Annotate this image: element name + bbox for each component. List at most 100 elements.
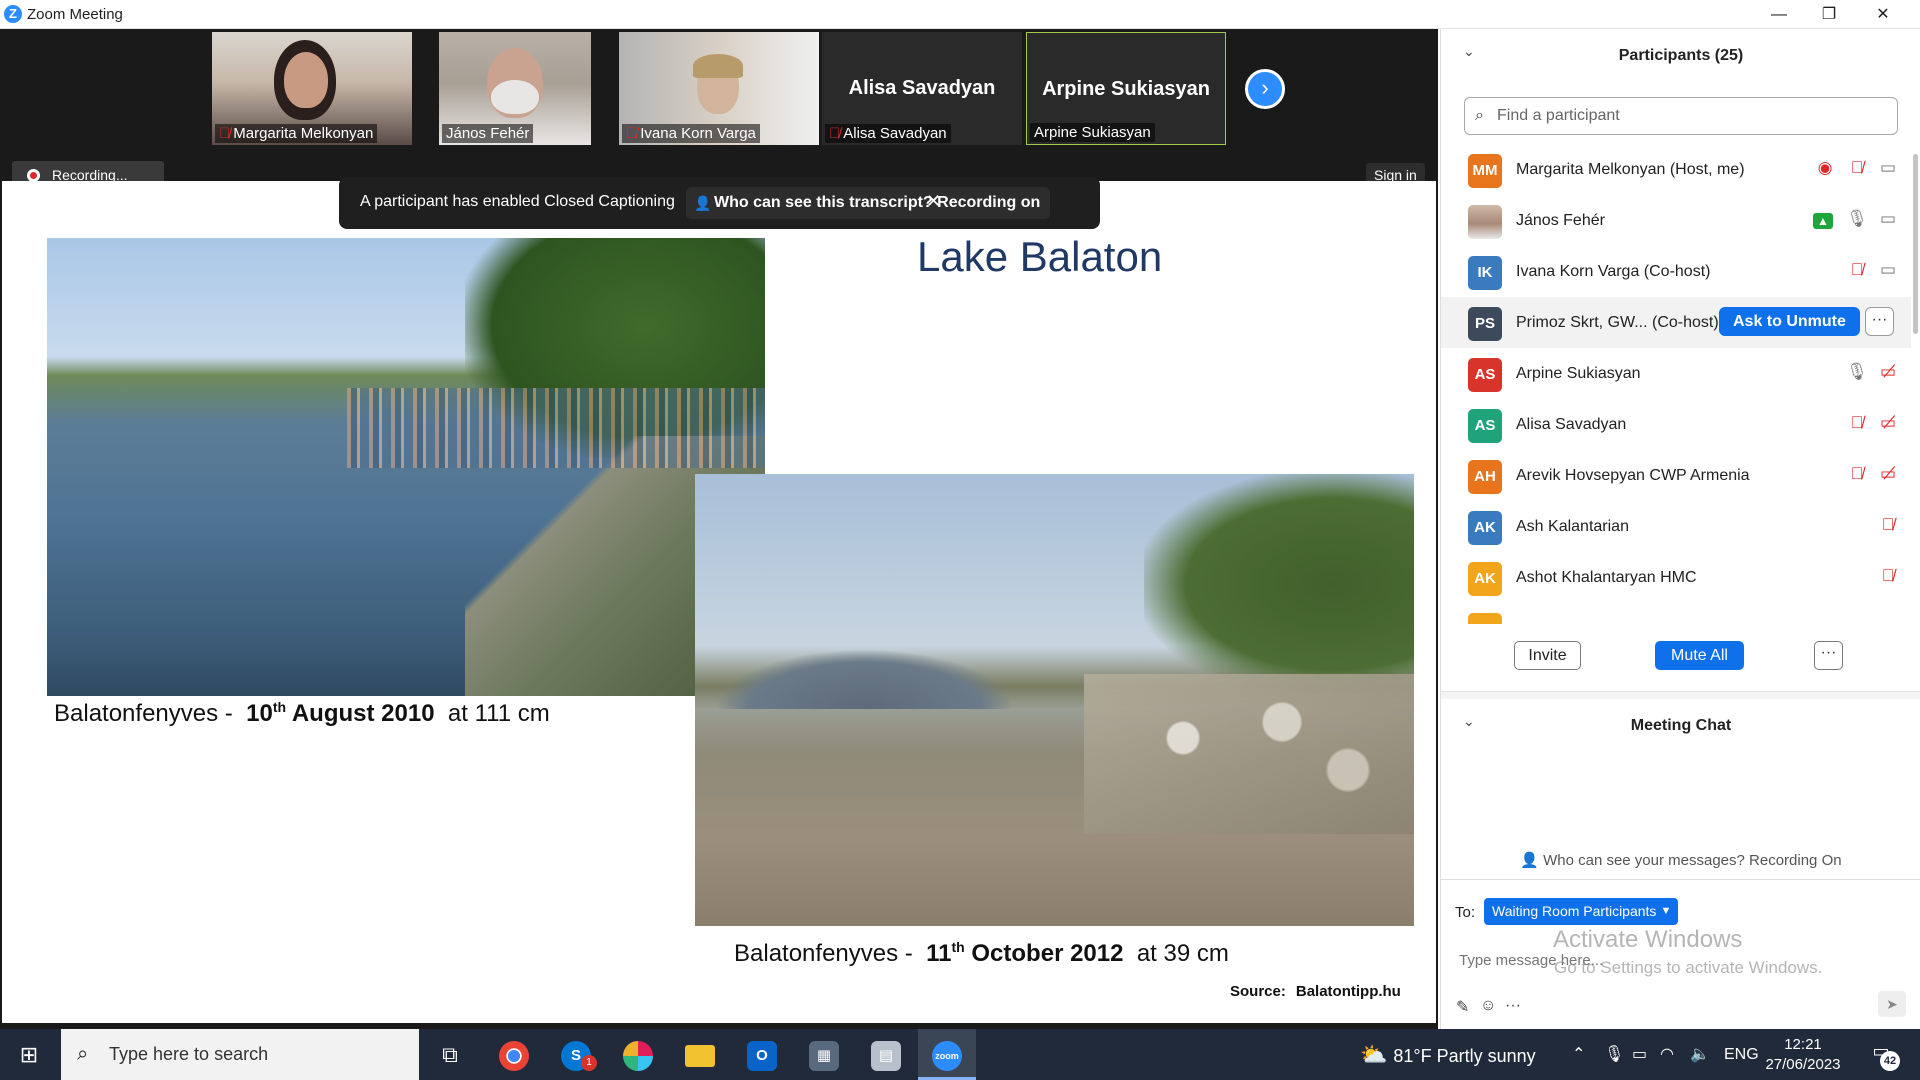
mic-muted-icon[interactable]: 🎙̸ xyxy=(1846,413,1868,433)
mic-muted-icon[interactable]: 🎙̸ xyxy=(1846,464,1868,484)
participant-search-input[interactable]: ⌕ Find a participant xyxy=(1464,97,1898,135)
video-off-icon[interactable]: ▭̸ xyxy=(1877,362,1899,382)
transcript-visibility-button[interactable]: 👤 Who can see this transcript? Recording… xyxy=(686,187,1051,219)
participant-row[interactable]: AS Alisa Savadyan 🎙̸ ▭̸ xyxy=(1441,399,1911,450)
participant-row[interactable]: AK Ash Kalantarian 🎙̸ xyxy=(1441,501,1911,552)
photo-caption-2010: Balatonfenyves - 10th August 2010 at 111… xyxy=(54,699,550,727)
battery-icon[interactable]: ▭ xyxy=(1632,1029,1647,1080)
slack-icon[interactable] xyxy=(609,1029,667,1080)
mic-muted-icon[interactable]: 🎙̸ xyxy=(1846,260,1868,280)
calculator-icon[interactable]: ▦ xyxy=(795,1029,853,1080)
zoom-app: Z Zoom Meeting — ❐ ✕ 🎙̸ Margarita Melkony… xyxy=(0,0,1920,1080)
notification-badge: 1 xyxy=(581,1055,597,1071)
more-options-icon[interactable]: ··· xyxy=(1505,997,1521,1015)
input-language[interactable]: ENG xyxy=(1724,1029,1759,1080)
skype-icon[interactable]: S1 xyxy=(547,1029,605,1080)
screen-share-icon: ▲ xyxy=(1813,213,1833,229)
close-icon[interactable]: ✕ xyxy=(926,191,941,212)
video-thumbnail-strip: 🎙̸ Margarita Melkonyan János Fehér 🎙̸ Ivan… xyxy=(0,29,1438,151)
ask-to-unmute-button[interactable]: Ask to Unmute xyxy=(1719,307,1860,336)
restore-button[interactable]: ❐ xyxy=(1801,0,1857,29)
close-window-button[interactable]: ✕ xyxy=(1855,0,1911,29)
task-view-icon[interactable]: ⧉ xyxy=(421,1029,479,1080)
participant-list-scrollbar[interactable] xyxy=(1913,154,1918,334)
video-off-icon[interactable]: ▭̸ xyxy=(1877,413,1899,433)
weather-widget[interactable]: ⛅ 81°F Partly sunny xyxy=(1360,1029,1536,1080)
tray-chevron-icon[interactable]: ⌃ xyxy=(1572,1029,1585,1080)
video-thumbnail[interactable]: 🎙̸ Margarita Melkonyan xyxy=(212,32,412,145)
person-info-icon: 👤 xyxy=(1520,852,1540,869)
video-thumbnail[interactable]: János Fehér xyxy=(439,32,591,145)
video-camera-icon[interactable]: ▭ xyxy=(1877,158,1899,178)
mic-muted-icon: 🎙̸ xyxy=(829,125,841,142)
video-thumbnail-active-speaker[interactable]: Arpine Sukiasyan Arpine Sukiasyan xyxy=(1026,32,1226,145)
zoom-taskbar-icon[interactable]: zoom xyxy=(918,1029,976,1080)
thumbnail-display-name: Alisa Savadyan xyxy=(848,77,996,99)
chat-recipient-dropdown[interactable]: Waiting Room Participants ▼ xyxy=(1484,898,1679,925)
title-bar: Z Zoom Meeting — ❐ ✕ xyxy=(0,0,1920,29)
printer-icon[interactable]: ▤ xyxy=(857,1029,915,1080)
panel-divider xyxy=(1441,691,1920,699)
video-off-icon[interactable]: ▭̸ xyxy=(1877,464,1899,484)
mic-muted-icon[interactable]: 🎙̸ xyxy=(1877,515,1899,535)
taskbar-search-box[interactable]: ⌕ Type here to search xyxy=(61,1029,419,1080)
video-thumbnail[interactable]: 🎙̸ Ivana Korn Varga xyxy=(619,32,819,145)
photo-caption-2012: Balatonfenyves - 11th October 2012 at 39… xyxy=(734,939,1229,967)
participant-row-partial[interactable] xyxy=(1441,603,1911,624)
thumbnail-display-name: Arpine Sukiasyan xyxy=(1042,78,1210,100)
speaker-icon[interactable]: 🔈 xyxy=(1690,1029,1710,1080)
windows-start-icon[interactable]: ⊞ xyxy=(0,1029,58,1080)
participant-more-button[interactable]: ··· xyxy=(1865,307,1894,336)
participant-row[interactable]: AH Arevik Hovsepyan CWP Armenia 🎙̸ ▭̸ xyxy=(1441,450,1911,501)
slide-title: Lake Balaton xyxy=(917,233,1163,280)
chat-visibility-notice[interactable]: 👤 Who can see your messages? Recording On xyxy=(1441,851,1920,869)
person-info-icon: 👤 xyxy=(694,195,712,211)
tray-microphone-icon[interactable]: 🎙 xyxy=(1604,1029,1624,1080)
participant-row[interactable]: AS Arpine Sukiasyan 🎙 ▭̸ xyxy=(1441,348,1911,399)
participant-row[interactable]: PS Primoz Skrt, GW... (Co-host) Ask to U… xyxy=(1441,297,1911,348)
mic-muted-icon[interactable]: 🎙̸ xyxy=(1846,158,1868,178)
participant-row[interactable]: MM Margarita Melkonyan (Host, me) ◉ 🎙̸ ▭ xyxy=(1441,144,1911,195)
next-page-chevron-icon[interactable]: › xyxy=(1245,69,1285,109)
notification-count-badge: 42 xyxy=(1880,1051,1900,1071)
video-thumbnail[interactable]: Alisa Savadyan 🎙̸ Alisa Savadyan xyxy=(822,32,1022,145)
avatar xyxy=(1468,613,1502,624)
mic-muted-icon[interactable]: 🎙̸ xyxy=(1877,566,1899,586)
thumbnail-label: 🎙̸ Alisa Savadyan xyxy=(825,124,951,143)
participants-more-button[interactable]: ··· xyxy=(1814,641,1843,670)
outlook-icon[interactable]: O xyxy=(733,1029,791,1080)
avatar: AS xyxy=(1468,358,1502,392)
avatar: MM xyxy=(1468,154,1502,188)
send-icon[interactable]: ➤ xyxy=(1878,991,1906,1017)
wifi-icon[interactable]: ◠ xyxy=(1660,1029,1674,1080)
mute-all-button[interactable]: Mute All xyxy=(1655,641,1744,670)
avatar: AK xyxy=(1468,511,1502,545)
video-camera-icon[interactable]: ▭ xyxy=(1877,209,1899,229)
invite-button[interactable]: Invite xyxy=(1514,641,1581,670)
file-explorer-icon[interactable] xyxy=(671,1029,729,1080)
mic-muted-icon: 🎙̸ xyxy=(626,125,638,142)
notifications-icon[interactable]: ▭ 42 xyxy=(1866,1041,1900,1071)
avatar: PS xyxy=(1468,307,1502,341)
participant-row[interactable]: IK Ivana Korn Varga (Co-host) 🎙̸ ▭ xyxy=(1441,246,1911,297)
recording-icon: ◉ xyxy=(1817,158,1833,177)
avatar: AS xyxy=(1468,409,1502,443)
closed-caption-notification: A participant has enabled Closed Caption… xyxy=(339,177,1100,229)
microphone-icon[interactable]: 🎙 xyxy=(1846,362,1868,382)
participant-row[interactable]: János Fehér ▲ 🎙 ▭ xyxy=(1441,195,1911,246)
participant-row[interactable]: AK Ashot Khalantaryan HMC 🎙̸ xyxy=(1441,552,1911,603)
emoji-icon[interactable]: ☺ xyxy=(1480,997,1496,1015)
video-camera-icon[interactable]: ▭ xyxy=(1877,260,1899,280)
chrome-icon[interactable] xyxy=(485,1029,543,1080)
window-title: Zoom Meeting xyxy=(27,6,123,23)
lake-photo-2012 xyxy=(695,474,1414,926)
avatar xyxy=(1468,205,1502,239)
chat-separator xyxy=(1441,879,1920,880)
format-text-icon[interactable]: ✎ xyxy=(1456,997,1469,1017)
microphone-icon[interactable]: 🎙 xyxy=(1846,209,1868,229)
chat-title: Meeting Chat xyxy=(1630,717,1732,734)
slide-source: Source: Balatontipp.hu xyxy=(1230,983,1401,1000)
minimize-button[interactable]: — xyxy=(1751,0,1807,29)
participant-list: MM Margarita Melkonyan (Host, me) ◉ 🎙̸ ▭… xyxy=(1441,144,1911,624)
system-clock[interactable]: 12:21 27/06/2023 xyxy=(1758,1035,1848,1075)
